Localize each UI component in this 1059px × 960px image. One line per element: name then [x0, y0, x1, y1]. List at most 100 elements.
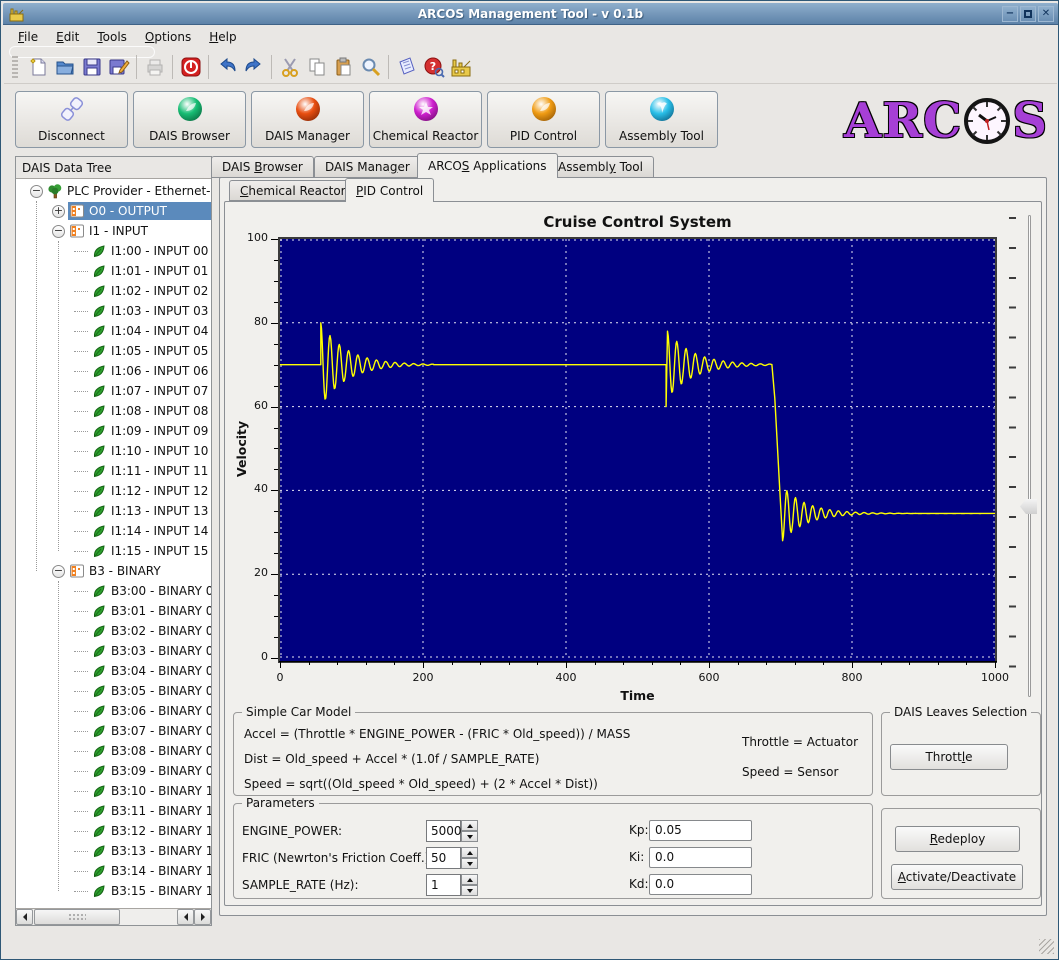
new-document-icon[interactable]: [24, 54, 51, 81]
assembly-tool-button[interactable]: Assembly Tool: [605, 91, 718, 148]
tab-arcos-applications[interactable]: ARCOS Applications: [417, 153, 558, 178]
tree-item[interactable]: B3:12 - BINARY 12: [16, 821, 211, 841]
help-icon[interactable]: ?: [420, 54, 447, 81]
maximize-button[interactable]: [1020, 6, 1036, 22]
tree-guide-stub: [74, 650, 88, 652]
throttle-button[interactable]: Throttle: [890, 744, 1008, 770]
tree-item[interactable]: I1:04 - INPUT 04: [16, 321, 211, 341]
tree-item[interactable]: I1:03 - INPUT 03: [16, 301, 211, 321]
find-icon[interactable]: [357, 54, 384, 81]
tree-item[interactable]: I1:06 - INPUT 06: [16, 361, 211, 381]
kd-field[interactable]: 0.0: [649, 874, 752, 895]
menu-options[interactable]: Options: [136, 28, 200, 46]
tree-expander-icon[interactable]: −: [52, 224, 65, 238]
dais-browser-button[interactable]: DAIS Browser: [133, 91, 246, 148]
tree-item[interactable]: B3:03 - BINARY 03: [16, 641, 211, 661]
engine-power-value[interactable]: 5000: [426, 820, 462, 842]
tree-item[interactable]: I1:12 - INPUT 12: [16, 481, 211, 501]
menu-edit[interactable]: Edit: [47, 28, 88, 46]
tree-item[interactable]: I1:09 - INPUT 09: [16, 421, 211, 441]
tab-assembly-tool[interactable]: Assembly Tool: [547, 156, 654, 178]
tree-item[interactable]: I1:07 - INPUT 07: [16, 381, 211, 401]
tree-item[interactable]: B3:08 - BINARY 08: [16, 741, 211, 761]
tree-expander-icon[interactable]: −: [30, 184, 43, 198]
disconnect-button[interactable]: Disconnect: [15, 91, 128, 148]
tree-item[interactable]: B3:13 - BINARY 13: [16, 841, 211, 861]
notes-icon[interactable]: [393, 54, 420, 81]
sample-rate-value[interactable]: 1: [426, 874, 461, 896]
tree-item[interactable]: I1:10 - INPUT 10: [16, 441, 211, 461]
close-button[interactable]: [1038, 6, 1054, 22]
ki-field[interactable]: 0.0: [649, 847, 752, 868]
spin-down-button[interactable]: [461, 831, 478, 842]
tree-item[interactable]: B3:15 - BINARY 15: [16, 881, 211, 901]
menu-file[interactable]: File: [9, 28, 47, 46]
tree-item[interactable]: B3:14 - BINARY 14: [16, 861, 211, 881]
tree-item[interactable]: B3:02 - BINARY 02: [16, 621, 211, 641]
scroll-right-button[interactable]: [194, 909, 211, 925]
spin-down-button[interactable]: [461, 885, 478, 896]
tree-item[interactable]: − B3 - BINARY: [16, 561, 211, 581]
minimize-button[interactable]: [1002, 6, 1018, 22]
undo-icon[interactable]: [213, 54, 240, 81]
redeploy-button[interactable]: Redeploy: [895, 826, 1020, 852]
save-icon[interactable]: [78, 54, 105, 81]
print-icon[interactable]: [141, 54, 168, 81]
cut-icon[interactable]: [276, 54, 303, 81]
scroll-left-button[interactable]: [16, 909, 33, 925]
tree-item[interactable]: I1:14 - INPUT 14: [16, 521, 211, 541]
spin-down-button[interactable]: [461, 858, 478, 869]
zoom-slider[interactable]: [1028, 215, 1031, 697]
toolbar-grip[interactable]: [12, 56, 18, 78]
copy-icon[interactable]: [303, 54, 330, 81]
tab-dais-manager[interactable]: DAIS Manager: [314, 156, 421, 178]
tree-item[interactable]: B3:06 - BINARY 06: [16, 701, 211, 721]
scrollbar-thumb[interactable]: [34, 909, 120, 925]
fric-value[interactable]: 50: [426, 847, 461, 869]
paste-icon[interactable]: [330, 54, 357, 81]
tree-expander-icon[interactable]: −: [52, 564, 65, 578]
factory-icon[interactable]: [447, 54, 474, 81]
redo-icon[interactable]: [240, 54, 267, 81]
tree-item[interactable]: B3:11 - BINARY 11: [16, 801, 211, 821]
tree-guide-stub: [74, 850, 88, 852]
tree-item[interactable]: B3:00 - BINARY 00: [16, 581, 211, 601]
tree-item[interactable]: I1:02 - INPUT 02: [16, 281, 211, 301]
menu-help[interactable]: Help: [200, 28, 245, 46]
tab-dais-browser[interactable]: DAIS Browser: [211, 156, 314, 178]
tree-item[interactable]: − PLC Provider - Ethernet-co: [16, 181, 211, 201]
activate-deactivate-button[interactable]: Activate/Deactivate: [891, 864, 1023, 890]
tab-chemical-reactor[interactable]: Chemical Reactor: [229, 180, 357, 201]
dais-manager-button[interactable]: DAIS Manager: [251, 91, 364, 148]
spin-up-button[interactable]: [461, 820, 478, 831]
tree-item[interactable]: I1:00 - INPUT 00: [16, 241, 211, 261]
spin-up-button[interactable]: [461, 847, 478, 858]
tree-item[interactable]: I1:11 - INPUT 11: [16, 461, 211, 481]
spin-up-button[interactable]: [461, 874, 478, 885]
tree-item[interactable]: B3:10 - BINARY 10: [16, 781, 211, 801]
tree-item[interactable]: I1:08 - INPUT 08: [16, 401, 211, 421]
tree-item[interactable]: I1:15 - INPUT 15: [16, 541, 211, 561]
stop-icon[interactable]: [177, 54, 204, 81]
tree-expander-icon[interactable]: +: [52, 204, 65, 218]
tree-item[interactable]: B3:01 - BINARY 01: [16, 601, 211, 621]
tree-item[interactable]: B3:04 - BINARY 04: [16, 661, 211, 681]
kp-field[interactable]: 0.05: [649, 820, 752, 841]
tree-item[interactable]: B3:07 - BINARY 07: [16, 721, 211, 741]
tree-item[interactable]: B3:09 - BINARY 09: [16, 761, 211, 781]
save-as-icon[interactable]: [105, 54, 132, 81]
tree-item[interactable]: I1:13 - INPUT 13: [16, 501, 211, 521]
open-folder-icon[interactable]: [51, 54, 78, 81]
scrollbar-track[interactable]: [120, 909, 177, 925]
tree-item[interactable]: I1:01 - INPUT 01: [16, 261, 211, 281]
tree-item[interactable]: + O0 - OUTPUT: [16, 201, 211, 221]
tree-item[interactable]: B3:05 - BINARY 05: [16, 681, 211, 701]
pid-control-button[interactable]: PID Control: [487, 91, 600, 148]
tab-pid-control[interactable]: PID Control: [345, 178, 435, 202]
menu-tools[interactable]: Tools: [88, 28, 136, 46]
resize-grip[interactable]: [1039, 939, 1054, 954]
tree-item[interactable]: I1:05 - INPUT 05: [16, 341, 211, 361]
tree-item[interactable]: − I1 - INPUT: [16, 221, 211, 241]
chemical-reactor-button[interactable]: Chemical Reactor: [369, 91, 482, 148]
scroll-left-button2[interactable]: [177, 909, 194, 925]
